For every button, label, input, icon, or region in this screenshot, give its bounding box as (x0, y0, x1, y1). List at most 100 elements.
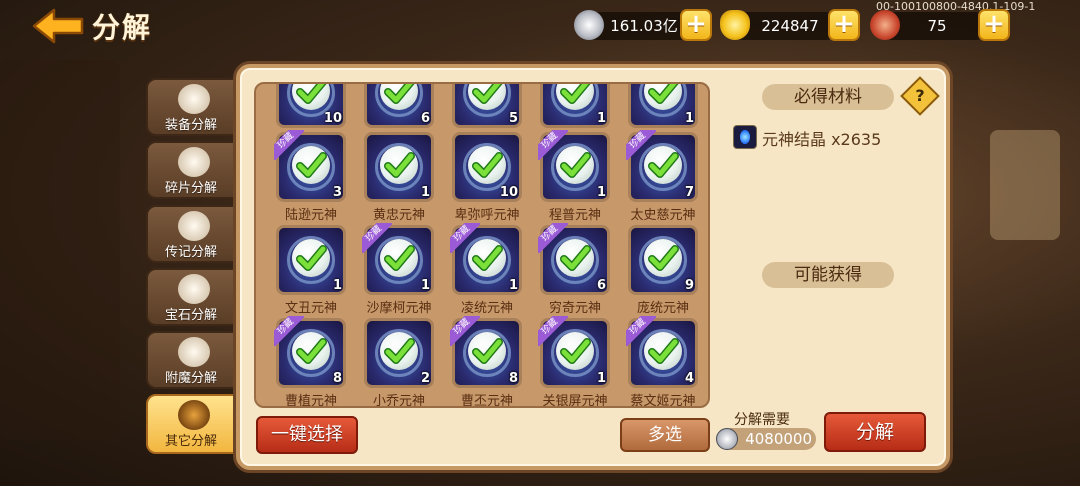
silver-value: 161.03亿 (610, 17, 678, 35)
rare-badge-label: 珍藏 (274, 316, 304, 346)
rare-badge: 珍藏 (274, 130, 304, 160)
item-card[interactable]: 珍藏 1 (362, 223, 434, 295)
tab-label: 传记分解 (164, 245, 217, 260)
back-arrow-icon[interactable] (30, 6, 86, 46)
item-count: 6 (420, 111, 430, 126)
gold-ingot-icon (720, 10, 750, 40)
item-name: 凌统元神 (460, 301, 513, 316)
item-card[interactable]: 5 (452, 84, 522, 128)
item-count: 1 (508, 278, 518, 293)
item-card[interactable]: 珍藏 1 (450, 223, 522, 295)
enchant-icon (178, 337, 210, 367)
item-card[interactable]: 9 (628, 225, 698, 295)
tab-shard-decompose[interactable]: 碎片分解 (146, 141, 236, 199)
tab-other-decompose[interactable]: 其它分解 (146, 394, 236, 454)
checkmark-icon (556, 84, 594, 110)
item-count: 1 (420, 278, 430, 293)
item-name: 庞统元神 (636, 301, 689, 316)
rare-badge: 珍藏 (626, 316, 656, 346)
item-name: 沙摩柯元神 (366, 301, 432, 316)
armor-icon (178, 84, 210, 114)
checkmark-icon (380, 332, 418, 370)
item-count: 1 (332, 278, 342, 293)
item-name: 黄忠元神 (372, 208, 425, 223)
crystal-icon (733, 125, 757, 149)
item-card[interactable]: 1 (276, 225, 346, 295)
item-grid[interactable]: 10于禁元神6孙坚元神5荀彧元神1颜良元神1幽虎元神珍藏3陆逊元神1黄忠元神10… (254, 82, 710, 408)
item-count: 10 (499, 185, 518, 200)
other-icon (178, 400, 210, 430)
tab-gem-decompose[interactable]: 宝石分解 (146, 268, 236, 326)
item-card[interactable]: 珍藏 1 (538, 316, 610, 388)
checkmark-icon (380, 146, 418, 184)
item-card[interactable]: 珍藏 3 (274, 130, 346, 202)
item-name: 穷奇元神 (548, 301, 601, 316)
checkmark-icon (380, 84, 418, 110)
item-card[interactable]: 珍藏 8 (274, 316, 346, 388)
item-count: 5 (508, 111, 518, 126)
item-card[interactable]: 1 (540, 84, 610, 128)
item-count: 1 (684, 111, 694, 126)
item-count: 1 (596, 185, 606, 200)
rare-badge-label: 珍藏 (274, 130, 304, 160)
rare-badge-label: 珍藏 (538, 223, 568, 253)
item-count: 1 (420, 185, 430, 200)
item-card[interactable]: 6 (364, 84, 434, 128)
item-card[interactable]: 珍藏 6 (538, 223, 610, 295)
tab-equipment-decompose[interactable]: 装备分解 (146, 78, 236, 136)
rare-badge-label: 珍藏 (362, 223, 392, 253)
silver-coin-icon (574, 10, 604, 40)
item-name: 陆逊元神 (284, 208, 337, 223)
item-card[interactable]: 2 (364, 318, 434, 388)
tab-label: 其它分解 (164, 434, 217, 449)
tab-label: 装备分解 (164, 118, 217, 133)
checkmark-icon (644, 239, 682, 277)
background-lamp (990, 130, 1060, 240)
item-card[interactable]: 1 (364, 132, 434, 202)
rare-badge: 珍藏 (274, 316, 304, 346)
item-count: 3 (332, 185, 342, 200)
silver-coin-icon (716, 428, 738, 450)
item-card[interactable]: 10 (276, 84, 346, 128)
rare-badge-label: 珍藏 (538, 130, 568, 160)
item-count: 6 (596, 278, 606, 293)
item-count: 2 (420, 371, 430, 386)
add-gold-button[interactable]: + (828, 9, 860, 41)
item-card[interactable]: 珍藏 1 (538, 130, 610, 202)
rare-badge: 珍藏 (538, 316, 568, 346)
guaranteed-materials-header: 必得材料 (762, 84, 894, 110)
rare-badge-label: 珍藏 (626, 316, 656, 346)
scroll-icon (178, 211, 210, 241)
item-card[interactable]: 10 (452, 132, 522, 202)
item-count: 8 (508, 371, 518, 386)
item-count: 10 (323, 111, 342, 126)
item-card[interactable]: 珍藏 7 (626, 130, 698, 202)
shard-icon (178, 147, 210, 177)
item-count: 9 (684, 278, 694, 293)
tab-biography-decompose[interactable]: 传记分解 (146, 205, 236, 263)
rare-badge-label: 珍藏 (450, 316, 480, 346)
multi-select-button[interactable]: 多选 (620, 418, 710, 452)
item-card[interactable]: 珍藏 4 (626, 316, 698, 388)
tab-enchant-decompose[interactable]: 附魔分解 (146, 331, 236, 389)
checkmark-icon (644, 84, 682, 110)
item-count: 8 (332, 371, 342, 386)
background-shelf (0, 60, 120, 440)
item-name: 卑弥呼元神 (454, 208, 520, 223)
decompose-button[interactable]: 分解 (824, 412, 926, 452)
select-all-button[interactable]: 一键选择 (256, 416, 358, 454)
tab-label: 宝石分解 (164, 308, 217, 323)
cost-label: 分解需要 (734, 412, 790, 428)
checkmark-icon (292, 239, 330, 277)
help-symbol: ? (915, 86, 925, 105)
item-name: 小乔元神 (372, 394, 425, 408)
add-silver-button[interactable]: + (680, 9, 712, 41)
item-name: 太史慈元神 (630, 208, 696, 223)
add-meat-button[interactable]: + (978, 9, 1010, 41)
item-count: 1 (596, 111, 606, 126)
item-name: 关银屏元神 (542, 394, 608, 408)
item-count: 7 (684, 185, 694, 200)
rare-badge: 珍藏 (450, 223, 480, 253)
item-card[interactable]: 1 (628, 84, 698, 128)
item-card[interactable]: 珍藏 8 (450, 316, 522, 388)
